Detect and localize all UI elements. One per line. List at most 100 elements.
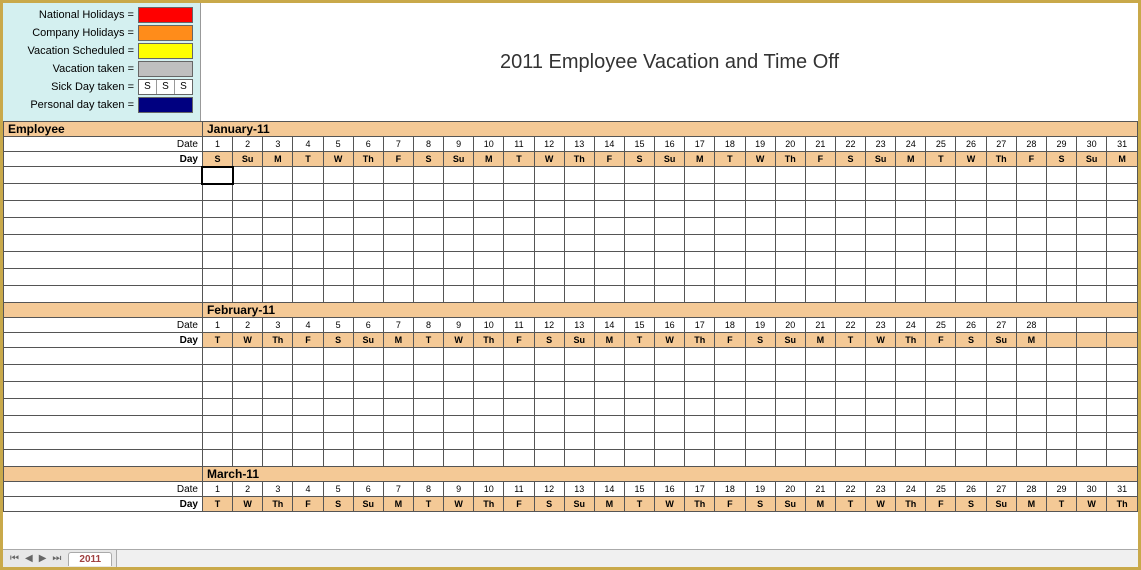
calendar-cell[interactable] — [655, 450, 685, 467]
calendar-cell[interactable] — [1077, 235, 1107, 252]
date-cell[interactable]: 19 — [745, 482, 775, 497]
date-cell[interactable]: 5 — [323, 482, 353, 497]
calendar-cell[interactable] — [444, 252, 474, 269]
calendar-cell[interactable] — [896, 450, 926, 467]
calendar-cell[interactable] — [202, 348, 232, 365]
date-cell[interactable]: 8 — [413, 318, 443, 333]
calendar-cell[interactable] — [835, 252, 865, 269]
calendar-cell[interactable] — [564, 269, 594, 286]
calendar-cell[interactable] — [293, 433, 323, 450]
calendar-cell[interactable] — [534, 365, 564, 382]
calendar-cell[interactable] — [293, 167, 323, 184]
calendar-cell[interactable] — [956, 416, 986, 433]
date-cell[interactable]: 14 — [594, 482, 624, 497]
calendar-cell[interactable] — [835, 235, 865, 252]
dow-cell[interactable]: F — [715, 497, 745, 512]
date-cell[interactable]: 28 — [1016, 482, 1046, 497]
calendar-cell[interactable] — [534, 399, 564, 416]
tab-last-icon[interactable]: ⏭ — [49, 553, 64, 564]
calendar-cell[interactable] — [564, 201, 594, 218]
calendar-cell[interactable] — [474, 416, 504, 433]
calendar-cell[interactable] — [233, 218, 263, 235]
dow-cell[interactable]: Th — [775, 152, 805, 167]
calendar-cell[interactable] — [564, 252, 594, 269]
employee-name-cell[interactable] — [4, 450, 203, 467]
calendar-cell[interactable] — [353, 269, 383, 286]
dow-cell[interactable]: Su — [564, 497, 594, 512]
calendar-cell[interactable] — [444, 399, 474, 416]
calendar-cell[interactable] — [685, 218, 715, 235]
calendar-cell[interactable] — [474, 235, 504, 252]
calendar-cell[interactable] — [413, 382, 443, 399]
dow-cell[interactable]: S — [202, 152, 232, 167]
calendar-cell[interactable] — [1077, 252, 1107, 269]
date-cell[interactable]: 24 — [896, 482, 926, 497]
calendar-cell[interactable] — [745, 235, 775, 252]
calendar-cell[interactable] — [293, 235, 323, 252]
calendar-cell[interactable] — [715, 235, 745, 252]
date-cell[interactable]: 12 — [534, 482, 564, 497]
calendar-cell[interactable] — [655, 269, 685, 286]
calendar-cell[interactable] — [1107, 399, 1138, 416]
calendar-cell[interactable] — [624, 348, 654, 365]
date-cell[interactable]: 7 — [383, 482, 413, 497]
calendar-cell[interactable] — [534, 269, 564, 286]
calendar-cell[interactable] — [202, 184, 232, 201]
date-cell[interactable]: 3 — [263, 482, 293, 497]
calendar-cell[interactable] — [655, 218, 685, 235]
dow-cell[interactable]: T — [624, 333, 654, 348]
calendar-cell[interactable] — [926, 348, 956, 365]
calendar-cell[interactable] — [805, 252, 835, 269]
calendar-cell[interactable] — [1016, 184, 1046, 201]
date-cell[interactable]: 14 — [594, 318, 624, 333]
calendar-cell[interactable] — [805, 184, 835, 201]
dow-cell[interactable]: S — [1046, 152, 1076, 167]
calendar-cell[interactable] — [624, 184, 654, 201]
calendar-cell[interactable] — [986, 399, 1016, 416]
date-cell[interactable]: 4 — [293, 482, 323, 497]
date-cell[interactable]: 28 — [1016, 137, 1046, 152]
calendar-cell[interactable] — [926, 252, 956, 269]
calendar-cell[interactable] — [715, 365, 745, 382]
calendar-cell[interactable] — [745, 252, 775, 269]
dow-cell[interactable]: F — [504, 333, 534, 348]
calendar-cell[interactable] — [202, 167, 232, 184]
calendar-cell[interactable] — [293, 184, 323, 201]
calendar-cell[interactable] — [594, 269, 624, 286]
calendar-cell[interactable] — [413, 416, 443, 433]
calendar-cell[interactable] — [293, 286, 323, 303]
date-cell[interactable]: 22 — [835, 482, 865, 497]
calendar-cell[interactable] — [1016, 382, 1046, 399]
calendar-cell[interactable] — [233, 252, 263, 269]
calendar-cell[interactable] — [745, 286, 775, 303]
calendar-cell[interactable] — [233, 235, 263, 252]
dow-cell[interactable]: S — [323, 497, 353, 512]
calendar-cell[interactable] — [685, 252, 715, 269]
dow-cell[interactable]: Su — [444, 152, 474, 167]
calendar-cell[interactable] — [263, 269, 293, 286]
date-cell[interactable]: 1 — [202, 482, 232, 497]
calendar-cell[interactable] — [594, 348, 624, 365]
calendar-cell[interactable] — [956, 269, 986, 286]
dow-cell[interactable]: Th — [896, 333, 926, 348]
calendar-cell[interactable] — [685, 399, 715, 416]
calendar-cell[interactable] — [1077, 348, 1107, 365]
dow-cell[interactable]: F — [293, 497, 323, 512]
calendar-cell[interactable] — [685, 201, 715, 218]
calendar-cell[interactable] — [474, 269, 504, 286]
calendar-cell[interactable] — [956, 365, 986, 382]
calendar-cell[interactable] — [745, 167, 775, 184]
calendar-cell[interactable] — [926, 235, 956, 252]
calendar-cell[interactable] — [353, 218, 383, 235]
calendar-cell[interactable] — [534, 184, 564, 201]
dow-cell[interactable]: S — [624, 152, 654, 167]
calendar-cell[interactable] — [534, 433, 564, 450]
calendar-cell[interactable] — [413, 269, 443, 286]
calendar-cell[interactable] — [655, 433, 685, 450]
dow-cell[interactable]: W — [233, 333, 263, 348]
date-cell[interactable]: 15 — [624, 318, 654, 333]
dow-cell[interactable]: S — [956, 497, 986, 512]
date-cell[interactable]: 20 — [775, 137, 805, 152]
calendar-cell[interactable] — [444, 218, 474, 235]
calendar-cell[interactable] — [685, 450, 715, 467]
